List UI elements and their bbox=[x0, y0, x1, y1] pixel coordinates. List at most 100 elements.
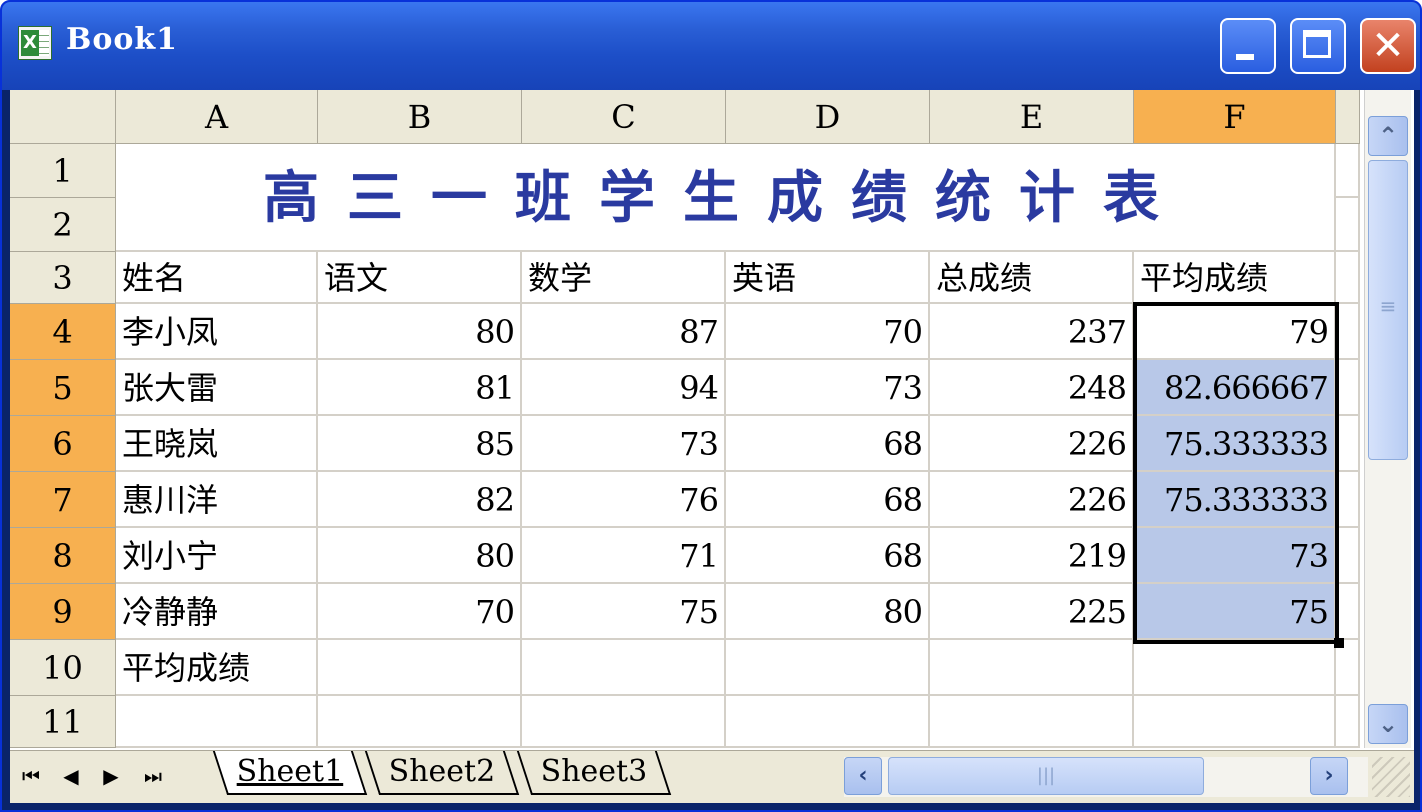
sheet-title-cell[interactable]: 高三一班学生成绩统计表 bbox=[116, 144, 1336, 252]
fill-handle[interactable] bbox=[1334, 638, 1344, 648]
cell-f11[interactable] bbox=[1134, 696, 1336, 748]
column-header-g[interactable] bbox=[1336, 90, 1360, 144]
cell-a9[interactable]: 冷静静 bbox=[116, 584, 318, 640]
scroll-left-button[interactable]: ‹ bbox=[844, 757, 882, 795]
cell-g5[interactable] bbox=[1336, 360, 1360, 416]
scroll-right-button[interactable]: › bbox=[1310, 757, 1348, 795]
row-header-3[interactable]: 3 bbox=[10, 252, 116, 304]
cell-c6[interactable]: 73 bbox=[522, 416, 726, 472]
cell-c9[interactable]: 75 bbox=[522, 584, 726, 640]
cell-e5[interactable]: 248 bbox=[930, 360, 1134, 416]
cell-d4[interactable]: 70 bbox=[726, 304, 930, 360]
tab-sheet2[interactable]: Sheet2 bbox=[364, 751, 520, 795]
cell-g9[interactable] bbox=[1336, 584, 1360, 640]
horizontal-scrollbar[interactable]: ‹ ||| › bbox=[844, 757, 1368, 797]
cell-b10[interactable] bbox=[318, 640, 522, 696]
row-header-8[interactable]: 8 bbox=[10, 528, 116, 584]
close-button[interactable]: ✕ bbox=[1360, 18, 1416, 74]
cell-e9[interactable]: 225 bbox=[930, 584, 1134, 640]
row-header-11[interactable]: 11 bbox=[10, 696, 116, 748]
cell-d10[interactable] bbox=[726, 640, 930, 696]
cell-d9[interactable]: 80 bbox=[726, 584, 930, 640]
cell-e10[interactable] bbox=[930, 640, 1134, 696]
cell-g8[interactable] bbox=[1336, 528, 1360, 584]
cell-a5[interactable]: 张大雷 bbox=[116, 360, 318, 416]
cell-g10[interactable] bbox=[1336, 640, 1360, 696]
average-label-cell[interactable]: 平均成绩 bbox=[116, 640, 318, 696]
cell-g11[interactable] bbox=[1336, 696, 1360, 748]
cell-b11[interactable] bbox=[318, 696, 522, 748]
cell-c4[interactable]: 87 bbox=[522, 304, 726, 360]
cell-d8[interactable]: 68 bbox=[726, 528, 930, 584]
maximize-button[interactable] bbox=[1290, 18, 1346, 74]
cell-a7[interactable]: 惠川洋 bbox=[116, 472, 318, 528]
header-cell-c[interactable]: 数学 bbox=[522, 252, 726, 304]
header-cell-e[interactable]: 总成绩 bbox=[930, 252, 1134, 304]
cell-e7[interactable]: 226 bbox=[930, 472, 1134, 528]
resize-grip[interactable] bbox=[1372, 757, 1410, 797]
cell-d7[interactable]: 68 bbox=[726, 472, 930, 528]
cell-d6[interactable]: 68 bbox=[726, 416, 930, 472]
row-header-4[interactable]: 4 bbox=[10, 304, 116, 360]
cell-f10[interactable] bbox=[1134, 640, 1336, 696]
cell-g1[interactable] bbox=[1336, 144, 1360, 198]
cell-g3[interactable] bbox=[1336, 252, 1360, 304]
cell-e4[interactable]: 237 bbox=[930, 304, 1134, 360]
tab-sheet1[interactable]: Sheet1 bbox=[212, 751, 368, 795]
column-header-c[interactable]: C bbox=[522, 90, 726, 144]
row-header-2[interactable]: 2 bbox=[10, 198, 116, 252]
minimize-button[interactable] bbox=[1220, 18, 1276, 74]
row-header-10[interactable]: 10 bbox=[10, 640, 116, 696]
header-cell-b[interactable]: 语文 bbox=[318, 252, 522, 304]
tab-sheet3[interactable]: Sheet3 bbox=[516, 751, 672, 795]
prev-sheet-button[interactable]: ◀ bbox=[56, 759, 86, 793]
scroll-up-button[interactable]: ⌃ bbox=[1368, 116, 1408, 156]
header-cell-a[interactable]: 姓名 bbox=[116, 252, 318, 304]
cell-g7[interactable] bbox=[1336, 472, 1360, 528]
first-sheet-button[interactable]: ⏮ bbox=[16, 759, 46, 793]
row-header-6[interactable]: 6 bbox=[10, 416, 116, 472]
cell-b7[interactable]: 82 bbox=[318, 472, 522, 528]
cell-g2[interactable] bbox=[1336, 198, 1360, 252]
last-sheet-button[interactable]: ⏭ bbox=[138, 759, 168, 793]
cell-a4[interactable]: 李小凤 bbox=[116, 304, 318, 360]
cell-c10[interactable] bbox=[522, 640, 726, 696]
cell-a6[interactable]: 王晓岚 bbox=[116, 416, 318, 472]
next-sheet-button[interactable]: ▶ bbox=[96, 759, 126, 793]
column-header-f[interactable]: F bbox=[1134, 90, 1336, 144]
column-header-a[interactable]: A bbox=[116, 90, 318, 144]
select-all-corner[interactable] bbox=[10, 90, 116, 144]
row-header-7[interactable]: 7 bbox=[10, 472, 116, 528]
row-header-1[interactable]: 1 bbox=[10, 144, 116, 198]
cell-c5[interactable]: 94 bbox=[522, 360, 726, 416]
cell-c7[interactable]: 76 bbox=[522, 472, 726, 528]
cell-e11[interactable] bbox=[930, 696, 1134, 748]
excel-app-icon[interactable]: X bbox=[18, 26, 52, 60]
cell-b4[interactable]: 80 bbox=[318, 304, 522, 360]
header-cell-d[interactable]: 英语 bbox=[726, 252, 930, 304]
cell-b5[interactable]: 81 bbox=[318, 360, 522, 416]
cell-c11[interactable] bbox=[522, 696, 726, 748]
column-header-b[interactable]: B bbox=[318, 90, 522, 144]
horizontal-scroll-thumb[interactable]: ||| bbox=[888, 757, 1204, 795]
row-header-9[interactable]: 9 bbox=[10, 584, 116, 640]
cell-d11[interactable] bbox=[726, 696, 930, 748]
cell-a11[interactable] bbox=[116, 696, 318, 748]
cell-d5[interactable]: 73 bbox=[726, 360, 930, 416]
cell-e8[interactable]: 219 bbox=[930, 528, 1134, 584]
cell-b6[interactable]: 85 bbox=[318, 416, 522, 472]
row-header-5[interactable]: 5 bbox=[10, 360, 116, 416]
cell-e6[interactable]: 226 bbox=[930, 416, 1134, 472]
title-bar[interactable]: X Book1 ✕ bbox=[2, 2, 1420, 90]
cell-c8[interactable]: 71 bbox=[522, 528, 726, 584]
column-header-e[interactable]: E bbox=[930, 90, 1134, 144]
cell-g4[interactable] bbox=[1336, 304, 1360, 360]
spreadsheet-grid[interactable]: A B C D E F 1 2 3 4 5 6 7 8 9 10 11 高三一班学生成绩统计表 姓名 语文 数学 英语 总成… bbox=[10, 90, 1360, 748]
cell-b8[interactable]: 80 bbox=[318, 528, 522, 584]
header-cell-f[interactable]: 平均成绩 bbox=[1134, 252, 1336, 304]
cell-g6[interactable] bbox=[1336, 416, 1360, 472]
cell-b9[interactable]: 70 bbox=[318, 584, 522, 640]
cell-a8[interactable]: 刘小宁 bbox=[116, 528, 318, 584]
scroll-down-button[interactable]: ⌄ bbox=[1368, 704, 1408, 744]
column-header-d[interactable]: D bbox=[726, 90, 930, 144]
